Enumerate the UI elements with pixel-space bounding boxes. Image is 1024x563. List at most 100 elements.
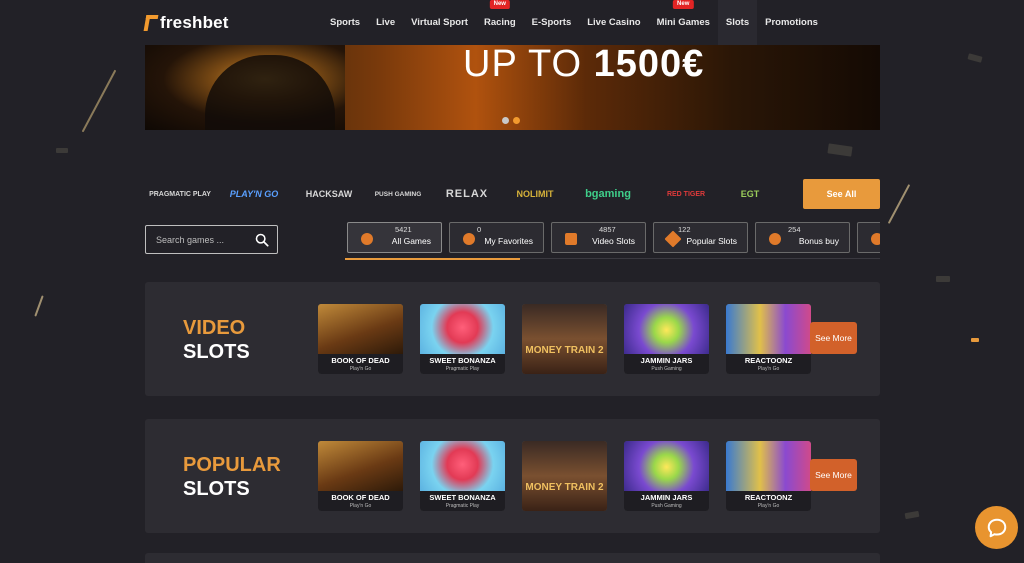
provider-hacksaw[interactable]: HACKSAW xyxy=(293,179,365,209)
decorative-fleck xyxy=(827,143,853,157)
nav-label: E-Sports xyxy=(531,17,572,28)
game-card-book-of-dead[interactable]: BOOK OF DEAD Play'n Go xyxy=(318,441,403,511)
game-provider: Push Gaming xyxy=(651,503,682,509)
banner-pagination xyxy=(502,117,520,124)
search-box[interactable] xyxy=(145,225,278,254)
live-chat-button[interactable] xyxy=(975,506,1018,549)
game-thumbnail xyxy=(624,441,709,493)
game-thumbnail xyxy=(726,441,811,493)
game-thumbnail xyxy=(420,304,505,356)
category-label: My Favorites xyxy=(484,236,533,246)
nav-item-e-sports[interactable]: E-Sports xyxy=(524,0,580,45)
game-card-jammin-jars[interactable]: JAMMIN JARS Push Gaming xyxy=(624,304,709,374)
provider-pragmatic-play[interactable]: PRAGMATIC PLAY xyxy=(145,179,215,209)
active-tab-indicator xyxy=(345,258,520,260)
game-name: MONEY TRAIN 2 xyxy=(525,482,604,493)
tab-popular-slots[interactable]: 122 Popular Slots xyxy=(653,222,748,253)
game-name: MONEY TRAIN 2 xyxy=(525,345,604,356)
decorative-streak xyxy=(34,295,44,317)
provider-bgaming[interactable]: bgaming xyxy=(567,179,649,209)
banner-headline-amount: 1500€ xyxy=(593,45,705,85)
game-name: JAMMIN JARS xyxy=(640,356,693,365)
nav-label: Promotions xyxy=(765,17,818,28)
game-card-sweet-bonanza[interactable]: SWEET BONANZA Pragmatic Play xyxy=(420,304,505,374)
next-section-edge xyxy=(145,553,880,563)
chat-bubble-icon xyxy=(987,518,1006,537)
freshbet-logo[interactable]: freshbet xyxy=(143,12,229,34)
nav-item-live[interactable]: Live xyxy=(368,0,403,45)
game-card-sweet-bonanza[interactable]: SWEET BONANZA Pragmatic Play xyxy=(420,441,505,511)
category-tabs: 5421 All Games 0 My Favorites 4857 Video… xyxy=(347,222,880,256)
new-badge: New xyxy=(489,0,510,9)
game-name: REACTOONZ xyxy=(744,356,793,365)
game-provider: Push Gaming xyxy=(651,366,682,372)
category-count: 254 xyxy=(788,225,801,234)
game-card-money-train-2[interactable]: MONEY TRAIN 2 xyxy=(522,304,607,374)
nav-item-virtual-sport[interactable]: Virtual Sport xyxy=(403,0,476,45)
popular-slots-section: POPULAR SLOTS BOOK OF DEAD Play'n Go SWE… xyxy=(145,419,880,533)
see-more-button[interactable]: See More xyxy=(810,322,857,354)
nav-item-live-casino[interactable]: Live Casino xyxy=(579,0,648,45)
logo-text: freshbet xyxy=(160,13,229,32)
banner-headline: UP TO 1500€ xyxy=(463,45,704,86)
tab-video-slots[interactable]: 4857 Video Slots xyxy=(551,222,646,253)
provider-playngo[interactable]: PLAY'N GO xyxy=(215,179,293,209)
nav-label: Slots xyxy=(725,17,750,28)
promo-banner[interactable]: UP TO 1500€ xyxy=(145,45,880,130)
game-card-money-train-2[interactable]: MONEY TRAIN 2 xyxy=(522,441,607,511)
search-input[interactable] xyxy=(154,233,255,246)
favorites-icon xyxy=(463,233,475,245)
banner-dot[interactable] xyxy=(502,117,509,124)
tab-my-favorites[interactable]: 0 My Favorites xyxy=(449,222,544,253)
category-count: 5421 xyxy=(395,225,412,234)
banner-character-silhouette xyxy=(205,55,335,130)
banner-dot-active[interactable] xyxy=(513,117,520,124)
game-provider: Pragmatic Play xyxy=(445,366,480,372)
tab-bonus-buy[interactable]: 254 Bonus buy xyxy=(755,222,850,253)
category-count: 0 xyxy=(477,225,482,234)
game-thumbnail xyxy=(420,441,505,493)
provider-egt[interactable]: EGT xyxy=(723,179,777,209)
section-title-accent: VIDEO xyxy=(183,317,246,339)
nav-label: Mini Games xyxy=(656,17,710,28)
nav-label: Racing xyxy=(483,17,516,28)
tab-all-games[interactable]: 5421 All Games xyxy=(347,222,442,253)
game-thumbnail xyxy=(522,441,607,511)
see-more-button[interactable]: See More xyxy=(810,459,857,491)
category-label: All Games xyxy=(391,236,431,246)
category-label: Bonus buy xyxy=(798,236,839,246)
game-card-jammin-jars[interactable]: JAMMIN JARS Push Gaming xyxy=(624,441,709,511)
game-card-reactoonz[interactable]: REACTOONZ Play'n Go xyxy=(726,304,811,374)
logo-mark-icon xyxy=(143,15,159,31)
game-name: BOOK OF DEAD xyxy=(331,356,390,365)
see-all-providers-button[interactable]: See All xyxy=(803,179,880,209)
nav-label: Virtual Sport xyxy=(411,17,468,28)
tab-rail xyxy=(520,258,880,259)
category-label: Popular Slots xyxy=(686,236,737,246)
game-row: BOOK OF DEAD Play'n Go SWEET BONANZA Pra… xyxy=(318,441,811,511)
decorative-fleck xyxy=(904,510,920,520)
nav-item-racing[interactable]: New Racing xyxy=(476,0,524,45)
search-icon[interactable] xyxy=(255,233,269,247)
nav-item-mini-games[interactable]: New Mini Games xyxy=(649,0,718,45)
category-count: 4857 xyxy=(599,225,616,234)
decorative-fleck xyxy=(967,53,983,63)
provider-red-tiger[interactable]: RED TIGER xyxy=(649,179,723,209)
game-name: SWEET BONANZA xyxy=(429,493,496,502)
provider-push-gaming[interactable]: PUSH GAMING xyxy=(365,179,431,209)
all-games-icon xyxy=(361,233,373,245)
tab-more-categories[interactable] xyxy=(857,222,880,253)
section-title: VIDEO SLOTS xyxy=(183,316,250,364)
game-thumbnail xyxy=(726,304,811,356)
nav-item-slots[interactable]: Slots xyxy=(717,0,758,45)
game-card-book-of-dead[interactable]: BOOK OF DEAD Play'n Go xyxy=(318,304,403,374)
nav-item-promotions[interactable]: Promotions xyxy=(757,0,826,45)
nav-item-sports[interactable]: Sports xyxy=(322,0,368,45)
new-badge: New xyxy=(673,0,694,9)
provider-relax[interactable]: RELAX xyxy=(431,179,503,209)
video-slots-icon xyxy=(565,233,577,245)
provider-nolimit[interactable]: NOLIMIT xyxy=(503,179,567,209)
game-provider: Play'n Go xyxy=(349,503,372,509)
game-card-reactoonz[interactable]: REACTOONZ Play'n Go xyxy=(726,441,811,511)
main-nav: Sports Live Virtual Sport New Racing E-Sp… xyxy=(322,0,826,45)
